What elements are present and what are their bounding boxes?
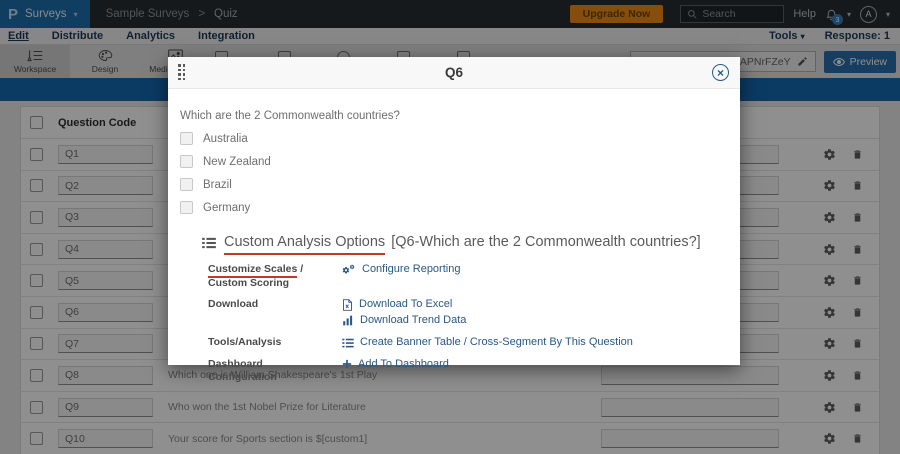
analysis-subject: [Q6-Which are the 2 Commonwealth countri… <box>387 234 701 250</box>
modal-title: Q6 <box>168 65 740 80</box>
option-label: Brazil <box>203 179 232 191</box>
close-icon: × <box>717 66 724 80</box>
banner-table-icon <box>342 338 354 348</box>
analysis-title-row: Custom Analysis Options [Q6-Which are th… <box>202 234 728 250</box>
link-download-to-excel[interactable]: Download To Excel <box>342 298 728 312</box>
cogs-icon <box>342 264 356 276</box>
answer-option: Brazil <box>180 178 728 191</box>
link-download-trend-data[interactable]: Download Trend Data <box>342 314 728 328</box>
analysis-links: Download To Excel Download Trend Data <box>342 298 728 328</box>
custom-analysis-section: Custom Analysis Options [Q6-Which are th… <box>202 234 728 385</box>
analysis-title: Custom Analysis Options <box>224 234 385 255</box>
drag-handle-icon[interactable] <box>178 64 186 81</box>
question-modal: Q6 × Which are the 2 Commonwealth countr… <box>168 57 740 365</box>
excel-file-icon <box>342 299 353 311</box>
option-checkbox[interactable] <box>180 178 193 191</box>
option-label: Germany <box>203 202 250 214</box>
answer-option: Germany <box>180 201 728 214</box>
link-label: Create Banner Table / Cross-Segment By T… <box>360 336 633 350</box>
analysis-links: Add To Dashboard <box>342 358 728 385</box>
link-configure-reporting[interactable]: Configure Reporting <box>342 263 728 277</box>
link-label: Add To Dashboard <box>358 358 449 372</box>
close-button[interactable]: × <box>712 64 729 81</box>
analysis-category-label: Tools/Analysis <box>208 336 340 350</box>
option-checkbox[interactable] <box>180 132 193 145</box>
modal-header: Q6 × <box>168 57 740 89</box>
option-checkbox[interactable] <box>180 201 193 214</box>
link-label: Configure Reporting <box>362 263 460 277</box>
option-label: New Zealand <box>203 156 271 168</box>
analysis-category-label: Customize Scales / Custom Scoring <box>208 263 340 290</box>
analysis-category-label: Download <box>208 298 340 328</box>
link-label: Download To Excel <box>359 298 452 312</box>
analysis-links: Create Banner Table / Cross-Segment By T… <box>342 336 728 350</box>
app: P Surveys ▾ Sample Surveys > Quiz Upgrad… <box>0 0 900 454</box>
analysis-links: Configure Reporting <box>342 263 728 290</box>
option-checkbox[interactable] <box>180 155 193 168</box>
answer-option: Australia <box>180 132 728 145</box>
plus-icon <box>342 359 352 369</box>
link-add-to-dashboard[interactable]: Add To Dashboard <box>342 358 728 372</box>
modal-body: Which are the 2 Commonwealth countries? … <box>168 89 740 385</box>
link-create-banner-table-cross-segment-by-this-question[interactable]: Create Banner Table / Cross-Segment By T… <box>342 336 728 350</box>
analysis-category-label: Dashboard Configuration <box>208 358 340 385</box>
modal-question-text: Which are the 2 Commonwealth countries? <box>180 110 728 122</box>
answer-option: New Zealand <box>180 155 728 168</box>
option-label: Australia <box>203 133 248 145</box>
link-label: Download Trend Data <box>360 314 466 328</box>
trend-chart-icon <box>342 315 354 326</box>
list-icon <box>202 237 216 249</box>
